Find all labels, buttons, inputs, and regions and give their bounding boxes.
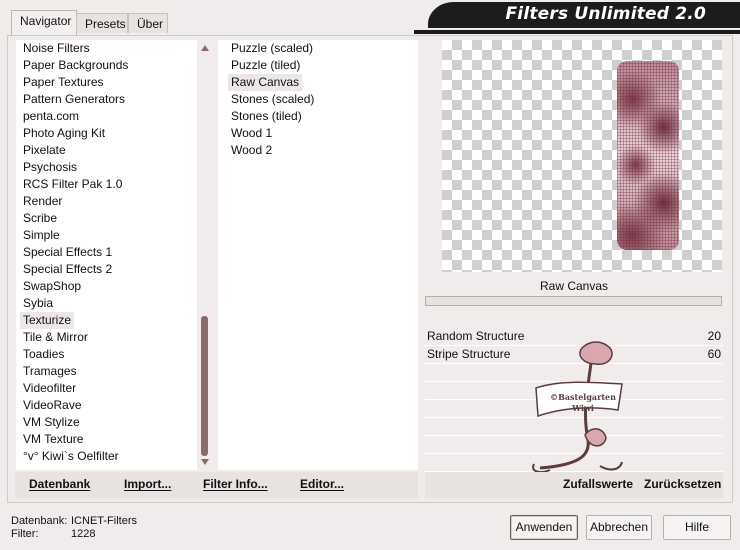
category-item[interactable]: Special Effects 1	[20, 244, 115, 261]
category-item[interactable]: Texturize	[20, 312, 75, 329]
status-filter-value: 1228	[71, 528, 96, 540]
param-name: Random Structure	[427, 329, 525, 343]
preview-filter-name: Raw Canvas	[539, 279, 609, 293]
category-item[interactable]: Tile & Mirror	[20, 329, 91, 346]
app-title: Filters Unlimited 2.0	[505, 4, 706, 24]
filter-item[interactable]: Puzzle (tiled)	[228, 57, 303, 74]
scroll-up-icon[interactable]	[201, 45, 209, 51]
category-item[interactable]: Special Effects 2	[20, 261, 115, 278]
category-item[interactable]: Psychosis	[20, 159, 80, 176]
category-item[interactable]: VM Texture	[20, 431, 86, 448]
random-values-button[interactable]: Zufallswerte	[563, 477, 633, 491]
editor-button[interactable]: Editor...	[300, 477, 344, 491]
category-item[interactable]: Tramages	[20, 363, 80, 380]
filter-item[interactable]: Wood 1	[228, 125, 275, 142]
category-items: Noise Filters Paper Backgrounds Paper Text…	[20, 40, 200, 470]
scroll-down-icon[interactable]	[201, 459, 209, 465]
param-name: Stripe Structure	[427, 347, 511, 361]
tab-uber[interactable]: Über	[128, 13, 168, 33]
filter-item[interactable]: Raw Canvas	[228, 74, 303, 91]
category-item[interactable]: VideoRave	[20, 397, 85, 414]
tab-navigator[interactable]: Navigator	[11, 10, 77, 35]
watermark-text: ©Bastelgarten Wiwi	[550, 392, 616, 413]
title-banner: Filters Unlimited 2.0	[414, 2, 740, 34]
right-toolbar: Zufallswerte Zurücksetzen	[425, 472, 723, 498]
apply-button[interactable]: Anwenden	[510, 515, 578, 540]
category-item[interactable]: Scribe	[20, 210, 60, 227]
category-item[interactable]: Pattern Generators	[20, 91, 128, 108]
filter-item[interactable]: Wood 2	[228, 142, 275, 159]
category-item[interactable]: Paper Textures	[20, 74, 107, 91]
category-item[interactable]: SwapShop	[20, 278, 84, 295]
filter-info-button[interactable]: Filter Info...	[203, 477, 268, 491]
category-item[interactable]: Photo Aging Kit	[20, 125, 108, 142]
category-scrollbar[interactable]	[197, 40, 214, 470]
tab-bar: Navigator Presets Über Filters Unlimited…	[0, 0, 740, 36]
category-item[interactable]: RCS Filter Pak 1.0	[20, 176, 125, 193]
status-db-value: ICNET-Filters	[71, 515, 137, 527]
import-button[interactable]: Import...	[124, 477, 171, 491]
scroll-thumb[interactable]	[201, 316, 208, 456]
category-item[interactable]: °v° Kiwi`s Oelfilter	[20, 448, 122, 465]
category-item[interactable]: Toadies	[20, 346, 67, 363]
tab-presets[interactable]: Presets	[76, 13, 128, 33]
param-value: 60	[707, 347, 721, 361]
category-item[interactable]: Paper Backgrounds	[20, 57, 131, 74]
category-item[interactable]: VM Stylize	[20, 414, 83, 431]
preview-image	[617, 61, 679, 250]
cancel-button[interactable]: Abbrechen	[586, 515, 652, 540]
datenbank-button[interactable]: Datenbank	[29, 477, 90, 491]
preview-area	[442, 40, 722, 272]
category-item[interactable]: Sybia	[20, 295, 56, 312]
category-list[interactable]: Noise Filters Paper Backgrounds Paper Text…	[16, 40, 214, 470]
filter-item[interactable]: Puzzle (scaled)	[228, 40, 316, 57]
category-item[interactable]: Videofilter	[20, 380, 79, 397]
category-item[interactable]: penta.com	[20, 108, 82, 125]
category-item[interactable]: Pixelate	[20, 142, 69, 159]
progress-bar	[425, 296, 722, 306]
banner-stripe	[414, 30, 740, 34]
status-db-label: Datenbank:	[11, 515, 68, 527]
filter-items: Puzzle (scaled) Puzzle (tiled) Raw Canvas S…	[228, 40, 408, 470]
status-filter-label: Filter:	[11, 528, 39, 540]
filter-item[interactable]: Stones (tiled)	[228, 108, 305, 125]
category-item[interactable]: Noise Filters	[20, 40, 93, 57]
param-value: 20	[707, 329, 721, 343]
category-item[interactable]: Render	[20, 193, 65, 210]
help-button[interactable]: Hilfe	[663, 515, 731, 540]
left-toolbar: Datenbank Import... Filter Info... Edito…	[15, 472, 418, 498]
filter-list[interactable]: Puzzle (scaled) Puzzle (tiled) Raw Canvas S…	[218, 40, 418, 470]
filter-item[interactable]: Stones (scaled)	[228, 91, 317, 108]
reset-button[interactable]: Zurücksetzen	[644, 477, 721, 491]
category-item[interactable]: Simple	[20, 227, 63, 244]
